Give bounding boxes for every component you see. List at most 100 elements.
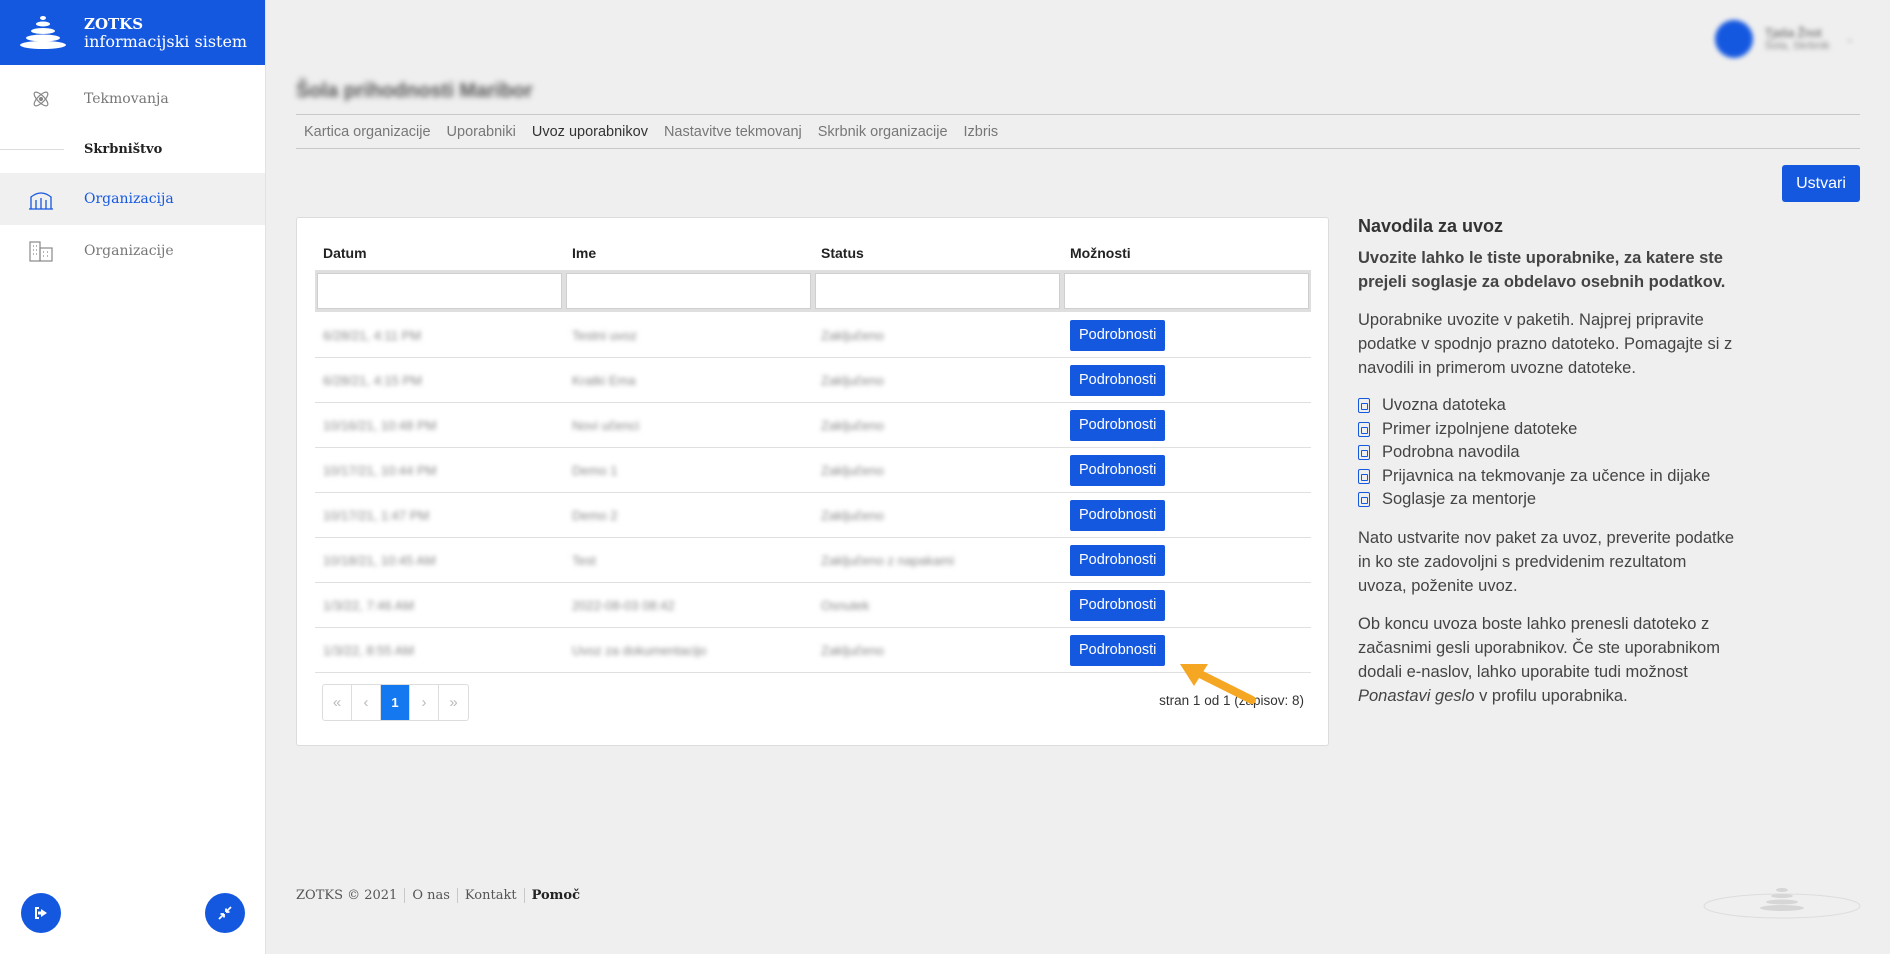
tab-uvoz-uporabnikov[interactable]: Uvoz uporabnikov: [524, 124, 656, 140]
import-table-card: Datum Ime Status Možnosti 6/28/21, 4:11 …: [296, 217, 1329, 746]
details-button[interactable]: Podrobnosti: [1070, 499, 1166, 531]
zotks-logo-icon: [20, 15, 66, 49]
cell-date: 10/17/21, 10:44 PM: [323, 462, 437, 478]
cell-status: Zaključeno: [821, 327, 884, 343]
column-header-moznosti: Možnosti: [1070, 245, 1131, 261]
table-row: 10/18/21, 10:45 AM Test Zaključeno z nap…: [315, 538, 1311, 583]
tab-izbris[interactable]: Izbris: [956, 124, 1007, 140]
pointer-arrow-icon: [1180, 664, 1256, 704]
sidebar-section-skrbnistvo: Skrbništvo: [0, 125, 265, 173]
pdf-file-icon: [1358, 445, 1370, 461]
instructions-title: Navodila za uvoz: [1358, 216, 1504, 236]
chevron-down-icon: ⌄: [1845, 33, 1854, 45]
cell-status: Zaključeno: [821, 642, 884, 658]
details-button[interactable]: Podrobnosti: [1070, 319, 1166, 351]
instructions-consent-note: Uvozite lahko le tiste uporabnike, za ka…: [1358, 249, 1726, 291]
cell-name: Test: [572, 552, 596, 568]
column-header-ime: Ime: [572, 245, 597, 261]
section-label: Skrbništvo: [84, 141, 163, 157]
details-button[interactable]: Podrobnosti: [1070, 544, 1166, 576]
details-button[interactable]: Podrobnosti: [1070, 589, 1166, 621]
footer-copyright: ZOTKS © 2021: [296, 888, 398, 903]
avatar: [1714, 20, 1753, 58]
cell-name: 2022-08-03 08:42: [572, 597, 675, 613]
school-icon: [28, 186, 54, 212]
buildings-icon: [28, 238, 54, 264]
filter-datum-input[interactable]: [317, 273, 562, 309]
tab-skrbnik-organizacije[interactable]: Skrbnik organizacije: [810, 124, 956, 140]
cell-status: Zaključeno: [821, 417, 884, 433]
footer-link-contact[interactable]: Kontakt: [456, 888, 524, 903]
cell-status: Zaključeno: [821, 462, 884, 478]
table-row: 1/3/22, 8:55 AM Uvoz za dokumentacijo Za…: [315, 628, 1311, 673]
sidebar: ZOTKS informacijski sistem Tekmovanja Sk…: [0, 0, 266, 954]
link-podrobna-navodila[interactable]: Podrobna navodila: [1358, 441, 1738, 465]
filter-status-input[interactable]: [815, 273, 1060, 309]
cell-status: Zaključeno: [821, 372, 884, 388]
cell-date: 1/3/22, 7:46 AM: [323, 597, 415, 613]
pager-prev-button[interactable]: ‹: [352, 685, 381, 720]
pager-next-button[interactable]: ›: [410, 685, 439, 720]
collapse-sidebar-button[interactable]: [205, 893, 245, 933]
link-uvozna-datoteka[interactable]: Uvozna datoteka: [1358, 394, 1738, 418]
cell-name: Demo 1: [572, 462, 618, 478]
pager-last-button[interactable]: »: [439, 685, 468, 720]
pdf-file-icon: [1358, 468, 1370, 484]
pager-page-1[interactable]: 1: [381, 685, 410, 720]
footer-link-about[interactable]: O nas: [404, 888, 457, 903]
details-button[interactable]: Podrobnosti: [1070, 409, 1166, 441]
instructions-paragraph-3: Ob koncu uvoza boste lahko prenesli dato…: [1358, 614, 1720, 705]
sidebar-item-tekmovanja[interactable]: Tekmovanja: [0, 73, 265, 125]
cell-name: Testni uvoz: [572, 327, 638, 343]
details-button[interactable]: Podrobnosti: [1070, 364, 1166, 396]
table-row: 6/28/21, 4:15 PM Kratki Ema Zaključeno P…: [315, 358, 1311, 403]
filter-ime-input[interactable]: [566, 273, 811, 309]
footer-link-help[interactable]: Pomoč: [523, 888, 587, 903]
cell-name: Novi učenci: [572, 417, 640, 433]
sidebar-item-label: Organizacije: [84, 243, 174, 259]
cell-name: Demo 2: [572, 507, 618, 523]
details-button[interactable]: Podrobnosti: [1070, 454, 1166, 486]
link-prijavnica[interactable]: Prijavnica na tekmovanje za učence in di…: [1358, 465, 1738, 489]
cell-status: Osnutek: [821, 597, 870, 613]
link-soglasje-mentorji[interactable]: Soglasje za mentorje: [1358, 488, 1738, 512]
user-name: Tjaša Žnot: [1764, 26, 1822, 40]
page-title: Šola prihodnosti Maribor: [296, 80, 533, 102]
column-header-status: Status: [821, 245, 864, 261]
atom-icon: [28, 86, 54, 112]
import-instructions: Navodila za uvoz Uvozite lahko le tiste …: [1358, 214, 1738, 722]
collapse-icon: [218, 906, 232, 920]
create-button[interactable]: Ustvari: [1782, 165, 1860, 202]
excel-file-icon: [1358, 398, 1370, 414]
tab-kartica-organizacije[interactable]: Kartica organizacije: [296, 124, 439, 140]
user-menu[interactable]: Tjaša Žnot Šola, Skrbnik ⌄: [1714, 20, 1854, 58]
sidebar-item-label: Tekmovanja: [84, 91, 169, 107]
brand[interactable]: ZOTKS informacijski sistem: [0, 0, 265, 65]
filter-moznosti-input[interactable]: [1064, 273, 1309, 309]
cell-status: Zaključeno: [821, 507, 884, 523]
sidebar-item-organizacije[interactable]: Organizacije: [0, 225, 265, 277]
tab-uporabniki[interactable]: Uporabniki: [439, 124, 524, 140]
footer: ZOTKS © 2021 O nas Kontakt Pomoč: [296, 888, 587, 903]
cell-date: 6/28/21, 4:15 PM: [323, 372, 423, 388]
table-row: 6/28/21, 4:11 PM Testni uvoz Zaključeno …: [315, 313, 1311, 358]
tab-nastavitve-tekmovanj[interactable]: Nastavitve tekmovanj: [656, 124, 810, 140]
instructions-paragraph-2: Nato ustvarite nov paket za uvoz, prever…: [1358, 528, 1735, 595]
details-button[interactable]: Podrobnosti: [1070, 634, 1166, 666]
brand-name: ZOTKS: [84, 14, 144, 33]
cell-date: 10/17/21, 1:47 PM: [323, 507, 430, 523]
cell-date: 10/16/21, 10:48 PM: [323, 417, 437, 433]
footer-logo-icon: [1703, 888, 1861, 919]
pager-first-button[interactable]: «: [323, 685, 352, 720]
cell-name: Uvoz za dokumentacijo: [572, 642, 707, 658]
cell-date: 1/3/22, 8:55 AM: [323, 642, 415, 658]
sidebar-item-organizacija[interactable]: Organizacija: [0, 173, 265, 225]
tab-bar: Kartica organizacije Uporabniki Uvoz upo…: [296, 114, 1860, 149]
cell-date: 6/28/21, 4:11 PM: [323, 327, 422, 343]
instructions-paragraph-1: Uporabnike uvozite v paketih. Najprej pr…: [1358, 311, 1733, 377]
link-primer-datoteke[interactable]: Primer izpolnjene datoteke: [1358, 418, 1738, 442]
logout-button[interactable]: [21, 893, 61, 933]
table-row: 10/17/21, 10:44 PM Demo 1 Zaključeno Pod…: [315, 448, 1311, 493]
table-header: Datum Ime Status Možnosti: [315, 238, 1311, 268]
brand-subtitle: informacijski sistem: [84, 31, 248, 51]
